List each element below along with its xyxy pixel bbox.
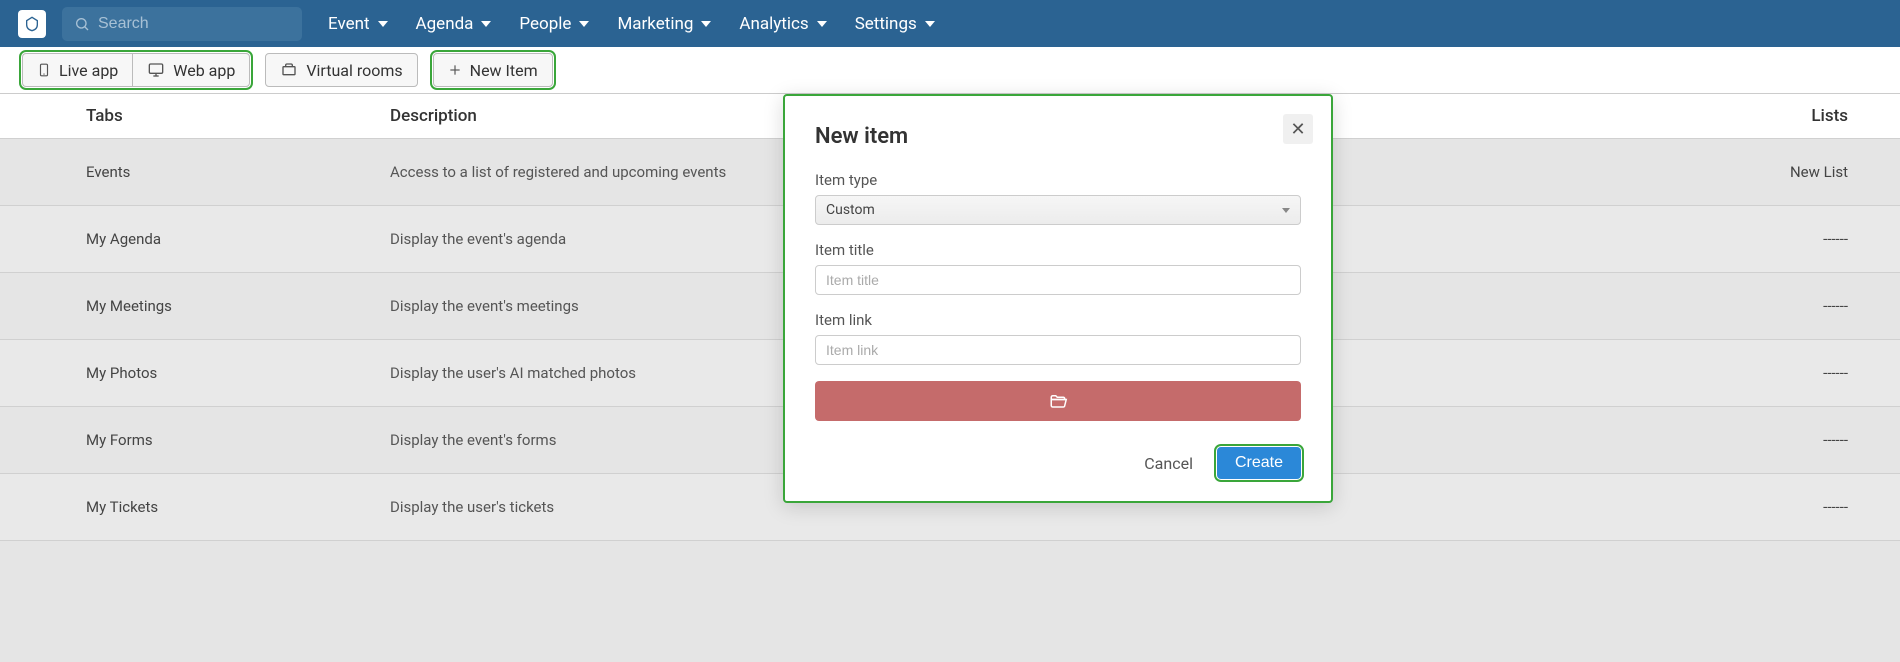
nav-label: Event: [328, 14, 370, 34]
item-link-label: Item link: [815, 311, 1301, 329]
folder-button[interactable]: [815, 381, 1301, 421]
item-type-select[interactable]: Custom: [815, 195, 1301, 225]
close-icon: ✕: [1290, 119, 1305, 140]
select-value: Custom: [826, 202, 875, 218]
nav-label: Settings: [855, 14, 917, 34]
top-nav-bar: Event Agenda People Marketing Analytics …: [0, 0, 1900, 47]
modal-title: New item: [815, 124, 1301, 149]
nav-label: Marketing: [617, 14, 693, 34]
nav-label: Agenda: [416, 14, 474, 34]
nav-people[interactable]: People: [519, 14, 589, 34]
main-nav-menu: Event Agenda People Marketing Analytics …: [328, 14, 935, 34]
chevron-down-icon: [817, 21, 827, 27]
nav-label: Analytics: [739, 14, 808, 34]
search-box[interactable]: [62, 7, 302, 41]
button-label: Virtual rooms: [306, 61, 402, 80]
item-link-input[interactable]: [815, 335, 1301, 365]
app-view-group: Live app Web app: [22, 53, 250, 87]
cancel-button[interactable]: Cancel: [1134, 448, 1203, 479]
chevron-down-icon: [701, 21, 711, 27]
button-label: Live app: [59, 61, 118, 80]
button-label: Web app: [173, 61, 235, 80]
plus-icon: [448, 63, 462, 77]
nav-marketing[interactable]: Marketing: [617, 14, 711, 34]
close-button[interactable]: ✕: [1283, 114, 1313, 144]
virtual-rooms-button[interactable]: Virtual rooms: [265, 53, 417, 87]
mobile-icon: [37, 61, 51, 79]
toolbar: Live app Web app Virtual rooms New Item: [0, 47, 1900, 94]
item-title-label: Item title: [815, 241, 1301, 259]
chevron-down-icon: [925, 21, 935, 27]
app-logo[interactable]: [18, 10, 46, 38]
live-app-button[interactable]: Live app: [22, 53, 132, 87]
nav-event[interactable]: Event: [328, 14, 388, 34]
rooms-icon: [280, 62, 298, 78]
modal-overlay: ✕ New item Item type Custom Item title I…: [0, 94, 1900, 662]
nav-agenda[interactable]: Agenda: [416, 14, 492, 34]
create-button[interactable]: Create: [1217, 447, 1301, 479]
button-label: New Item: [470, 61, 538, 80]
item-type-label: Item type: [815, 171, 1301, 189]
modal-actions: Cancel Create: [815, 447, 1301, 479]
search-input[interactable]: [98, 15, 305, 33]
chevron-down-icon: [579, 21, 589, 27]
dropdown-icon: [1282, 208, 1290, 213]
search-icon: [74, 16, 90, 32]
item-title-input[interactable]: [815, 265, 1301, 295]
chevron-down-icon: [481, 21, 491, 27]
nav-settings[interactable]: Settings: [855, 14, 935, 34]
folder-open-icon: [1048, 392, 1068, 410]
new-item-button[interactable]: New Item: [433, 53, 553, 87]
nav-analytics[interactable]: Analytics: [739, 14, 826, 34]
web-app-button[interactable]: Web app: [132, 53, 250, 87]
desktop-icon: [147, 62, 165, 78]
new-item-modal: ✕ New item Item type Custom Item title I…: [783, 94, 1333, 503]
chevron-down-icon: [378, 21, 388, 27]
nav-label: People: [519, 14, 571, 34]
